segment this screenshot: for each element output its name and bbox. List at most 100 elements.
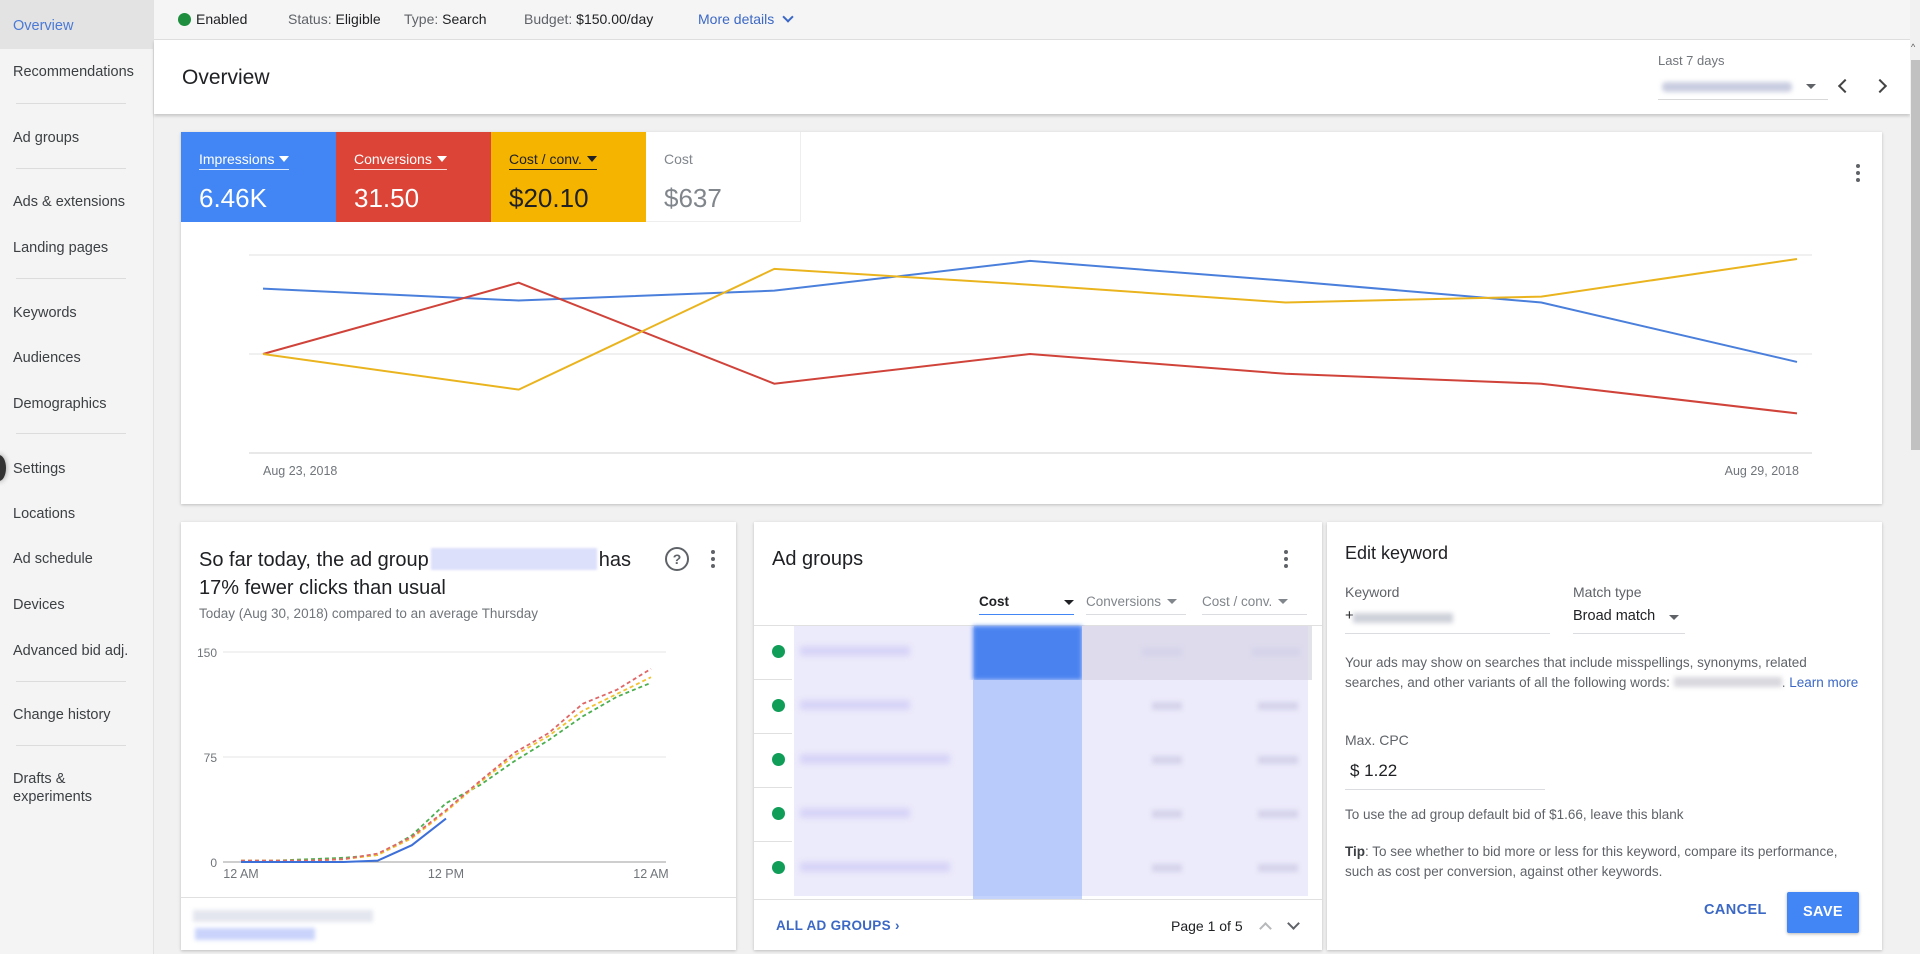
scorecard-cost-per-conv[interactable]: Cost / conv. $20.10 [491,132,646,222]
insight-title: So far today, the ad group has 17% fewer … [199,548,632,599]
previous-page-button[interactable] [1256,917,1274,935]
campaign-state[interactable]: Enabled [178,11,247,27]
x-tick-label: Aug 29, 2018 [1725,464,1799,478]
metrics-cells-redacted [1082,680,1308,734]
scorecard-cost[interactable]: Cost $637 [646,132,801,222]
insight-subtitle: Today (Aug 30, 2018) compared to an aver… [199,606,538,621]
sidebar-item-keywords[interactable]: Keywords [0,304,153,322]
y-tick-label: 75 [204,751,218,765]
footer-link-redacted[interactable] [195,928,315,940]
table-row[interactable] [754,734,1322,788]
status-value: Eligible [335,11,381,27]
chevron-down-icon [782,11,794,23]
sidebar-item-ad-schedule[interactable]: Ad schedule [0,550,153,568]
all-ad-groups-link[interactable]: ALL AD GROUPS › [776,918,900,933]
x-tick-label: 12 PM [428,867,464,881]
sidebar-item-drafts-experiments[interactable]: Drafts & experiments [0,770,110,806]
column-header-cost[interactable]: Cost [979,594,1074,615]
metrics-cells-redacted [1082,626,1308,680]
date-range-value-redacted [1662,82,1792,92]
more-options-icon[interactable] [1277,548,1295,570]
table-row[interactable] [754,788,1322,842]
caret-down-icon [279,156,290,162]
sidebar-item-overview[interactable]: Overview [0,0,153,49]
x-tick-label: 12 AM [223,867,258,881]
next-page-button[interactable] [1284,917,1302,935]
sidebar-item-audiences[interactable]: Audiences [0,349,153,367]
metric-selector-cost-per-conv[interactable]: Cost / conv. [509,151,597,170]
scorecard-impressions[interactable]: Impressions 6.46K [181,132,336,222]
sidebar-item-change-history[interactable]: Change history [0,706,153,724]
sidebar-item-locations[interactable]: Locations [0,505,153,523]
max-cpc-input[interactable]: $ 1.22 [1345,754,1545,790]
more-details-link[interactable]: More details [698,11,794,27]
more-options-icon[interactable] [704,548,722,570]
learn-more-link[interactable]: Learn more [1789,675,1858,690]
keyword-words-redacted [1673,677,1782,687]
next-period-button[interactable] [1872,76,1892,96]
table-row[interactable] [754,680,1322,734]
status-enabled-icon [772,699,785,712]
card-title: Edit keyword [1345,543,1449,563]
scrollbar-thumb[interactable] [1911,60,1920,450]
help-icon[interactable]: ? [665,547,689,571]
table-row[interactable] [754,626,1322,680]
card-title: Ad groups [772,548,864,570]
table-row[interactable] [754,842,1322,896]
more-options-icon[interactable] [1849,162,1867,184]
ad-group-name-redacted[interactable] [794,842,974,896]
sidebar-item-demographics[interactable]: Demographics [0,395,153,413]
ad-group-name-redacted[interactable] [794,788,974,842]
series-line-cost-conv- [262,257,1798,391]
sidebar-item-advanced-bid[interactable]: Advanced bid adj. [0,642,153,660]
scroll-up-icon[interactable]: ^ [1911,42,1915,52]
ad-group-name-redacted[interactable] [794,734,974,788]
date-range-picker[interactable] [1658,74,1828,100]
ad-group-name-redacted[interactable] [794,626,974,680]
column-header-conversions[interactable]: Conversions [1086,594,1186,615]
metric-selector-conversions[interactable]: Conversions [354,151,447,170]
sidebar: Overview Recommendations Ad groups Ads &… [0,0,154,954]
clicks-insight-card: So far today, the ad group has 17% fewer … [181,522,736,950]
max-cpc-value: $ 1.22 [1350,761,1398,780]
match-variants-description: Your ads may show on searches that inclu… [1345,655,1859,690]
metric-selector-impressions[interactable]: Impressions [199,151,290,170]
sidebar-divider [16,745,126,746]
metric-value: 6.46K [199,183,267,213]
keyword-input[interactable]: + [1345,602,1550,634]
y-tick-label: 0 [210,856,217,870]
save-button[interactable]: SAVE [1787,892,1859,933]
ad-group-name-redacted[interactable] [794,680,974,734]
column-header-cost-per-conv[interactable]: Cost / conv. [1202,594,1307,615]
dropdown-caret-icon [1669,615,1679,620]
caret-down-icon [586,156,597,162]
sidebar-item-ad-groups[interactable]: Ad groups [0,129,153,147]
match-type-label: Match type [1573,584,1642,600]
match-type-select[interactable]: Broad match [1573,602,1685,634]
sidebar-item-devices[interactable]: Devices [0,596,153,614]
metric-value: 31.50 [354,183,420,213]
insight-footer [181,897,736,950]
cancel-button[interactable]: CANCEL [1704,902,1767,918]
page-scrollbar[interactable]: ^ [1910,40,1920,954]
cost-cell-redacted [973,734,1082,788]
ad-group-name-redacted[interactable] [430,548,597,570]
status-enabled-icon [772,861,785,874]
sidebar-item-recommendations[interactable]: Recommendations [0,63,153,81]
cost-cell-redacted [973,842,1082,896]
cost-cell-redacted [973,680,1082,734]
sidebar-item-landing-pages[interactable]: Landing pages [0,239,153,257]
sidebar-item-settings[interactable]: Settings [0,460,153,478]
date-range-label: Last 7 days [1658,53,1725,68]
overview-line-chart: Aug 23, 2018 Aug 29, 2018 [249,254,1812,478]
sidebar-divider [16,433,126,434]
sidebar-item-ads-extensions[interactable]: Ads & extensions [0,193,153,211]
keyword-value-redacted [1353,613,1453,623]
sort-caret-icon [1064,600,1074,605]
series-line-impressions [262,259,1798,363]
caret-down-icon [436,156,447,162]
metric-name: Cost [664,151,693,167]
previous-period-button[interactable] [1834,76,1854,96]
type-info: Type: Search [404,11,487,27]
scorecard-conversions[interactable]: Conversions 31.50 [336,132,491,222]
